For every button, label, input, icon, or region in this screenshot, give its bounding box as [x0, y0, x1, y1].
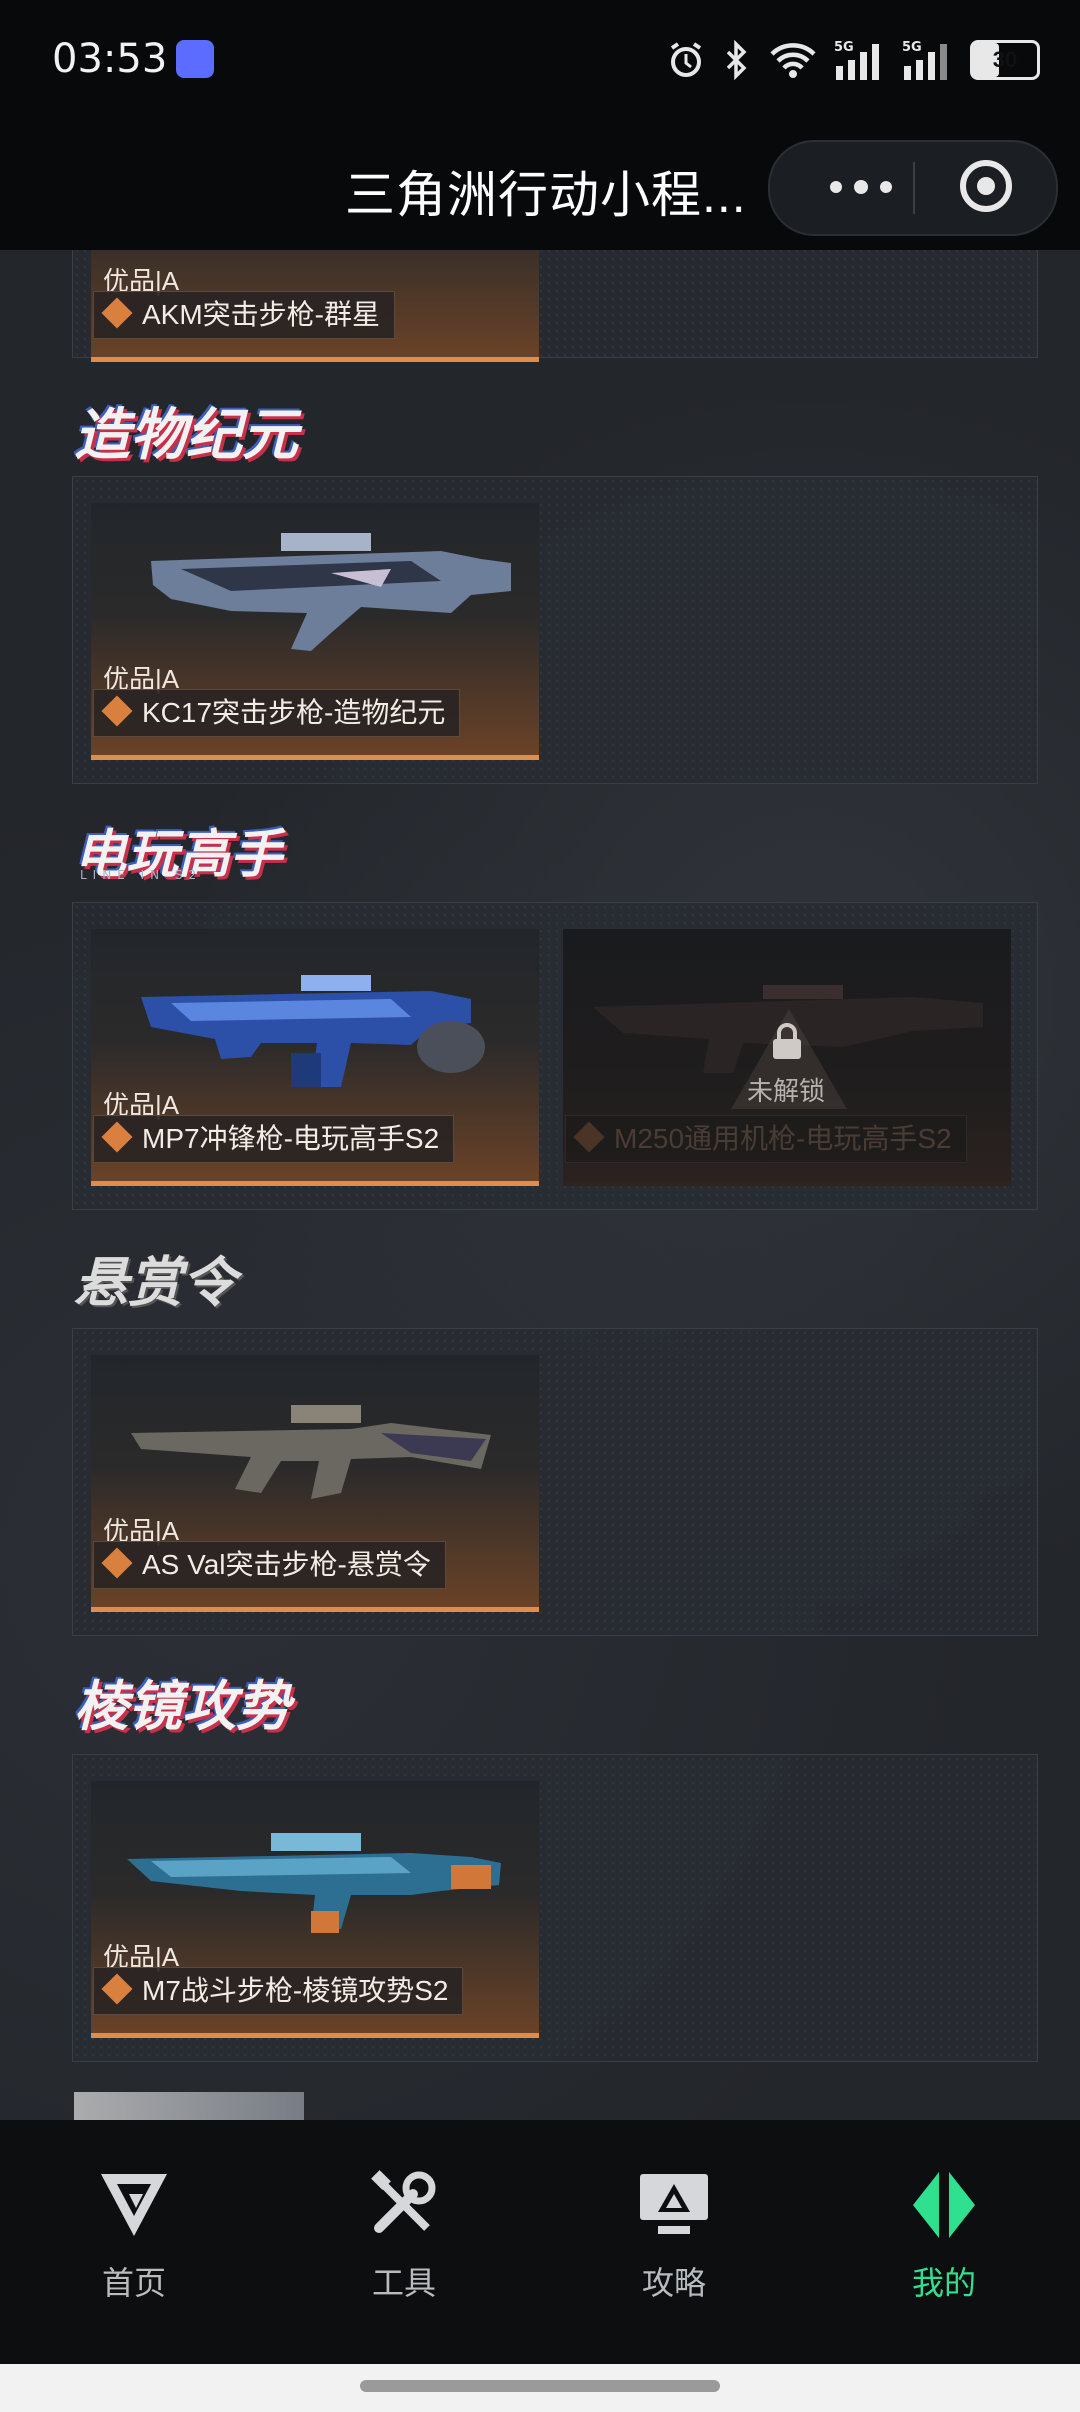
skin-name-text: M7战斗步枪-棱镜攻势S2 — [142, 1975, 449, 2006]
status-time: 03:53 — [52, 36, 168, 82]
bluetooth-icon — [726, 40, 747, 80]
skin-name: KC17突击步枪-造物纪元 — [93, 689, 461, 737]
mini-program-capsule — [768, 140, 1058, 236]
skin-name: M250通用机枪-电玩高手S2 — [565, 1115, 967, 1163]
skin-card-kc17[interactable]: 优品|A KC17突击步枪-造物纪元 — [91, 503, 539, 760]
diamond-icon — [101, 1547, 133, 1579]
bottom-tab-bar: 首页 工具 攻略 我的 — [0, 2120, 1080, 2364]
diamond-icon — [101, 1121, 133, 1153]
locked-text: 未解锁 — [747, 1076, 826, 1106]
gun-image — [127, 1833, 501, 1933]
tab-home-label: 首页 — [101, 2265, 166, 2301]
skin-card-m7[interactable]: 优品|A M7战斗步枪-棱镜攻势S2 — [91, 1781, 539, 2038]
app-notification-icon — [176, 40, 214, 78]
status-icons: 5G 5G 30 — [666, 30, 1040, 90]
mini-program-title-bar: 三角洲行动小程... — [0, 120, 1080, 250]
wifi-icon — [770, 43, 816, 78]
series-banner-lengjing: 棱镜攻势 — [74, 1675, 290, 1738]
home-indicator[interactable] — [360, 2380, 720, 2392]
series-banner-xuanshang: 悬赏令 — [74, 1251, 236, 1314]
collection-panel-1: 优品|A AKM突击步枪-群星 — [72, 250, 1038, 362]
skin-name-text: M250通用机枪-电玩高手S2 — [614, 1123, 952, 1154]
collection-panel-2: 优品|A KC17突击步枪-造物纪元 — [72, 476, 1038, 784]
capsule-divider — [913, 162, 915, 214]
svg-text:5G: 5G — [902, 40, 922, 55]
tab-home[interactable]: 首页 — [64, 2166, 204, 2304]
skin-card-asval[interactable]: 优品|A AS Val突击步枪-悬赏令 — [91, 1355, 539, 1612]
tools-icon — [371, 2170, 436, 2233]
skin-name: MP7冲锋枪-电玩高手S2 — [93, 1115, 455, 1163]
more-options-button[interactable] — [830, 172, 910, 202]
skin-name: M7战斗步枪-棱镜攻势S2 — [93, 1967, 464, 2015]
skin-card-m250-locked[interactable]: 未解锁 M250通用机枪-电玩高手S2 — [563, 929, 1011, 1186]
battery-icon: 30 — [970, 40, 1040, 80]
banner-subtitle: LINE IN S2 — [80, 868, 203, 882]
skin-name-text: KC17突击步枪-造物纪元 — [142, 697, 446, 728]
skin-name-text: MP7冲锋枪-电玩高手S2 — [142, 1123, 440, 1154]
signal-5g-icon: 5G — [834, 40, 879, 80]
close-mini-program-button[interactable] — [960, 160, 1012, 212]
diamond-icon — [573, 1121, 605, 1153]
svg-text:5G: 5G — [834, 40, 854, 55]
skin-name-text: AS Val突击步枪-悬赏令 — [142, 1549, 431, 1580]
skin-name: AS Val突击步枪-悬赏令 — [93, 1541, 446, 1589]
collection-panel-4: 优品|A AS Val突击步枪-悬赏令 — [72, 1328, 1038, 1636]
collection-list[interactable]: 优品|A AKM突击步枪-群星 造物纪元 优品|A KC17突击步枪-造物纪元 … — [0, 250, 1080, 2120]
gun-image — [141, 975, 485, 1087]
skin-card-mp7[interactable]: 优品|A MP7冲锋枪-电玩高手S2 — [91, 929, 539, 1186]
tab-profile[interactable]: 我的 — [874, 2166, 1014, 2304]
tab-profile-label: 我的 — [911, 2265, 976, 2301]
signal-5g-icon: 5G — [902, 40, 947, 80]
tab-tools-label: 工具 — [371, 2265, 436, 2301]
alarm-icon — [670, 42, 702, 77]
skin-card-akm[interactable]: 优品|A AKM突击步枪-群星 — [91, 250, 539, 362]
gun-image — [131, 1405, 491, 1499]
series-banner-partial — [74, 2092, 304, 2120]
lock-icon — [773, 1023, 801, 1059]
collection-panel-3: 优品|A MP7冲锋枪-电玩高手S2 未解锁 M250通用机枪-电玩高手S2 — [72, 902, 1038, 1210]
status-bar: 03:53 5G 5G 30 — [0, 0, 1080, 120]
diamond-icon — [101, 297, 133, 329]
skin-name: AKM突击步枪-群星 — [93, 291, 396, 339]
guide-monitor-icon — [640, 2174, 708, 2234]
profile-logo-icon — [913, 2172, 975, 2238]
skin-name-text: AKM突击步枪-群星 — [142, 299, 381, 330]
series-banner-zaowu: 造物纪元 — [74, 403, 298, 468]
gesture-bar — [0, 2364, 1080, 2412]
tab-guide-label: 攻略 — [641, 2265, 706, 2301]
battery-level: 30 — [992, 47, 1018, 72]
diamond-icon — [101, 695, 133, 727]
collection-panel-5: 优品|A M7战斗步枪-棱镜攻势S2 — [72, 1754, 1038, 2062]
series-banner-dianwan: 电玩高手 LINE IN S2 — [74, 812, 282, 887]
page-title: 三角洲行动小程... — [345, 167, 747, 223]
tab-guide[interactable]: 攻略 — [604, 2166, 744, 2304]
tab-tools[interactable]: 工具 — [334, 2166, 474, 2304]
home-g-logo-icon — [101, 2174, 167, 2236]
diamond-icon — [101, 1973, 133, 2005]
gun-image — [151, 533, 511, 651]
